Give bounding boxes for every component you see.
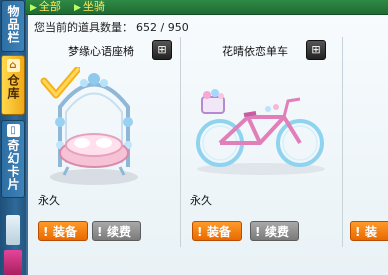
filter-mount-label: 坐骑 — [82, 0, 105, 13]
item-name: 梦缘心语座椅 — [68, 45, 134, 58]
filter-bar: ▶ 全部 ▶ 坐骑 — [26, 0, 388, 15]
filter-all[interactable]: ▶ 全部 — [30, 0, 61, 15]
renew-button[interactable]: ! 续费 — [92, 221, 141, 241]
exclamation-icon: ! — [197, 225, 203, 239]
renew-button[interactable]: ! 续费 — [250, 221, 299, 241]
warehouse-panel: 您当前的道具数量： 652 / 950 梦缘心语座椅 ⊞ 永久 ! 装备 ! 续… — [28, 15, 388, 275]
exclamation-icon: ! — [97, 225, 103, 239]
item-card[interactable]: 梦缘心语座椅 ⊞ 永久 ! 装备 ! 续费 — [34, 37, 174, 275]
exclamation-icon: ! — [355, 225, 361, 239]
equip-button-label: 装备 — [207, 225, 232, 239]
card-icon: ▯ — [6, 124, 20, 137]
store-icon[interactable]: ⊞ — [152, 40, 172, 60]
item-card[interactable]: 花晴依恋单车 ⊞ 永久 ! 装备 ! 续费 — [186, 37, 336, 275]
exclamation-icon: ! — [43, 225, 49, 239]
tab-warehouse[interactable]: ⌂ 仓库 — [1, 55, 25, 115]
renew-button-label: 续费 — [265, 225, 290, 239]
house-icon: ⌂ — [6, 59, 20, 72]
item-duration: 永久 — [38, 194, 60, 207]
tab-inventory-label: 物品栏 — [6, 5, 20, 44]
filter-all-label: 全部 — [38, 0, 61, 13]
item-count-label: 您当前的道具数量： — [34, 21, 133, 34]
card-divider — [342, 37, 343, 247]
equip-button[interactable]: ! 装备 — [38, 221, 88, 241]
equip-button[interactable]: ! 装 — [350, 221, 388, 241]
item-name: 花晴依恋单车 — [222, 45, 288, 58]
flower-bike-image — [196, 89, 325, 175]
side-pink-decoration — [4, 250, 22, 275]
equipped-check-icon — [40, 67, 80, 99]
tab-fantasy-cards-label: 奇幻卡片 — [6, 139, 20, 191]
side-tab-strip: 物品栏 ⌂ 仓库 ▯ 奇幻卡片 — [0, 0, 26, 275]
tab-inventory[interactable]: 物品栏 — [1, 0, 25, 52]
arrow-right-icon: ▶ — [74, 3, 81, 13]
store-icon[interactable]: ⊞ — [306, 40, 326, 60]
item-count-value: 652 / 950 — [136, 21, 189, 34]
equip-button-label: 装 — [365, 225, 378, 239]
exclamation-icon: ! — [255, 225, 261, 239]
card-divider — [180, 37, 181, 247]
item-card[interactable]: ! 装 — [348, 37, 388, 275]
arrow-right-icon: ▶ — [30, 3, 37, 13]
tab-warehouse-label: 仓库 — [6, 74, 20, 100]
filter-mount[interactable]: ▶ 坐骑 — [74, 0, 105, 15]
item-duration: 永久 — [190, 194, 212, 207]
equip-button-label: 装备 — [53, 225, 78, 239]
side-scroll-stub — [6, 215, 20, 245]
renew-button-label: 续费 — [107, 225, 132, 239]
item-count: 您当前的道具数量： 652 / 950 — [34, 19, 189, 35]
equip-button[interactable]: ! 装备 — [192, 221, 242, 241]
tab-fantasy-cards[interactable]: ▯ 奇幻卡片 — [1, 120, 25, 198]
